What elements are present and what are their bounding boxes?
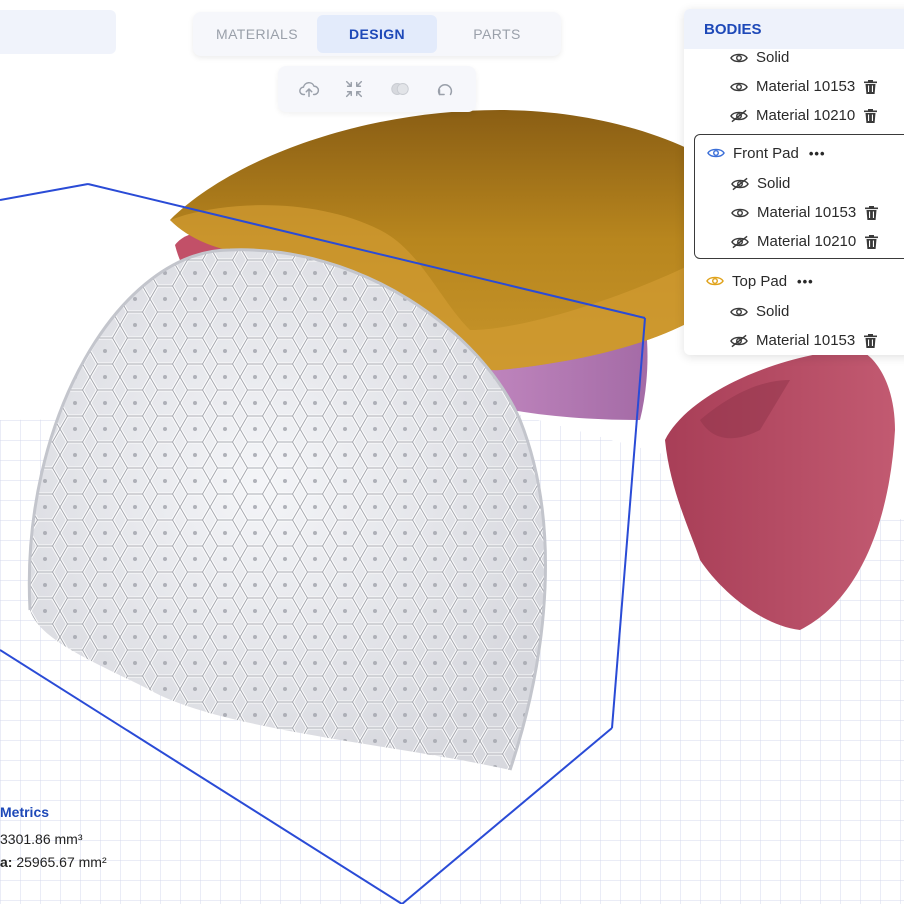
eye-off-icon[interactable] bbox=[731, 235, 749, 249]
upload-button[interactable] bbox=[293, 73, 325, 105]
body-item-label: Material 10153 bbox=[756, 332, 856, 349]
trash-icon[interactable] bbox=[864, 79, 878, 94]
trash-icon[interactable] bbox=[865, 205, 879, 220]
eye-icon[interactable] bbox=[730, 80, 748, 94]
body-item-label: Material 10153 bbox=[757, 204, 857, 221]
area-label: a: bbox=[0, 854, 13, 870]
more-options-icon[interactable]: ••• bbox=[797, 274, 814, 289]
body-item[interactable]: Material 10153 bbox=[694, 326, 904, 355]
eye-off-icon[interactable] bbox=[730, 109, 748, 123]
body-item-label: Solid bbox=[757, 175, 791, 192]
body-group-header[interactable]: Top Pad•••⌄ bbox=[694, 265, 904, 297]
metrics-panel: Metrics 3301.86 mm³ a: 25965.67 mm² bbox=[0, 804, 200, 874]
volume-metric: 3301.86 mm³ bbox=[0, 831, 83, 847]
eye-icon[interactable] bbox=[730, 51, 748, 65]
design-toolbar bbox=[278, 66, 476, 112]
eye-icon[interactable] bbox=[731, 206, 749, 220]
body-item[interactable]: Solid bbox=[694, 297, 904, 326]
body-item-label: Material 10153 bbox=[756, 78, 856, 95]
body-item[interactable]: Material 10153 bbox=[695, 198, 904, 227]
body-item-label: Material 10210 bbox=[756, 107, 856, 124]
eye-icon[interactable] bbox=[707, 146, 725, 160]
body-item[interactable]: Material 10210 bbox=[695, 227, 904, 256]
shrink-icon bbox=[346, 80, 363, 98]
body-group[interactable]: Top Pad•••⌄SolidMaterial 10153 bbox=[694, 263, 904, 355]
shrink-button[interactable] bbox=[338, 73, 370, 105]
body-item-label: Material 10210 bbox=[757, 233, 857, 250]
body-item-label: Solid bbox=[756, 303, 790, 320]
trash-icon[interactable] bbox=[864, 333, 878, 348]
mode-tabs: MATERIALS DESIGN PARTS bbox=[193, 12, 561, 56]
more-options-icon[interactable]: ••• bbox=[809, 146, 826, 161]
reset-icon bbox=[438, 84, 453, 96]
body-item[interactable]: Material 10210 bbox=[684, 101, 904, 130]
body-group-header[interactable]: Front Pad•••⌄ bbox=[695, 137, 904, 169]
bodies-panel: BODIES Solid Material 10153 Material 10210… bbox=[684, 9, 904, 355]
area-value: 25965.67 mm² bbox=[16, 854, 107, 870]
body-item[interactable]: Solid bbox=[684, 43, 904, 72]
tab-materials[interactable]: MATERIALS bbox=[197, 15, 317, 53]
body-item-label: Solid bbox=[756, 49, 790, 66]
tab-design[interactable]: DESIGN bbox=[317, 15, 437, 53]
top-left-panel bbox=[0, 10, 116, 54]
metrics-title: Metrics bbox=[0, 804, 50, 820]
bodies-list: Solid Material 10153 Material 10210 Front P… bbox=[684, 43, 904, 355]
merge-icon bbox=[391, 83, 409, 95]
tab-parts[interactable]: PARTS bbox=[437, 15, 557, 53]
body-item[interactable]: Solid bbox=[695, 169, 904, 198]
area-metric: a: 25965.67 mm² bbox=[0, 851, 200, 874]
eye-off-icon[interactable] bbox=[731, 177, 749, 191]
body-group-name: Top Pad bbox=[732, 272, 788, 290]
eye-icon[interactable] bbox=[730, 305, 748, 319]
trash-icon[interactable] bbox=[865, 234, 879, 249]
body-item[interactable]: Material 10153 bbox=[684, 72, 904, 101]
body-group-name: Front Pad bbox=[733, 144, 799, 162]
body-group[interactable]: Front Pad•••⌄SolidMaterial 10153Material… bbox=[694, 134, 904, 259]
trash-icon[interactable] bbox=[864, 108, 878, 123]
merge-button[interactable] bbox=[384, 73, 416, 105]
cloud-upload-icon bbox=[298, 81, 319, 98]
eye-off-icon[interactable] bbox=[730, 334, 748, 348]
eye-icon[interactable] bbox=[706, 274, 724, 288]
reset-button[interactable] bbox=[429, 73, 461, 105]
